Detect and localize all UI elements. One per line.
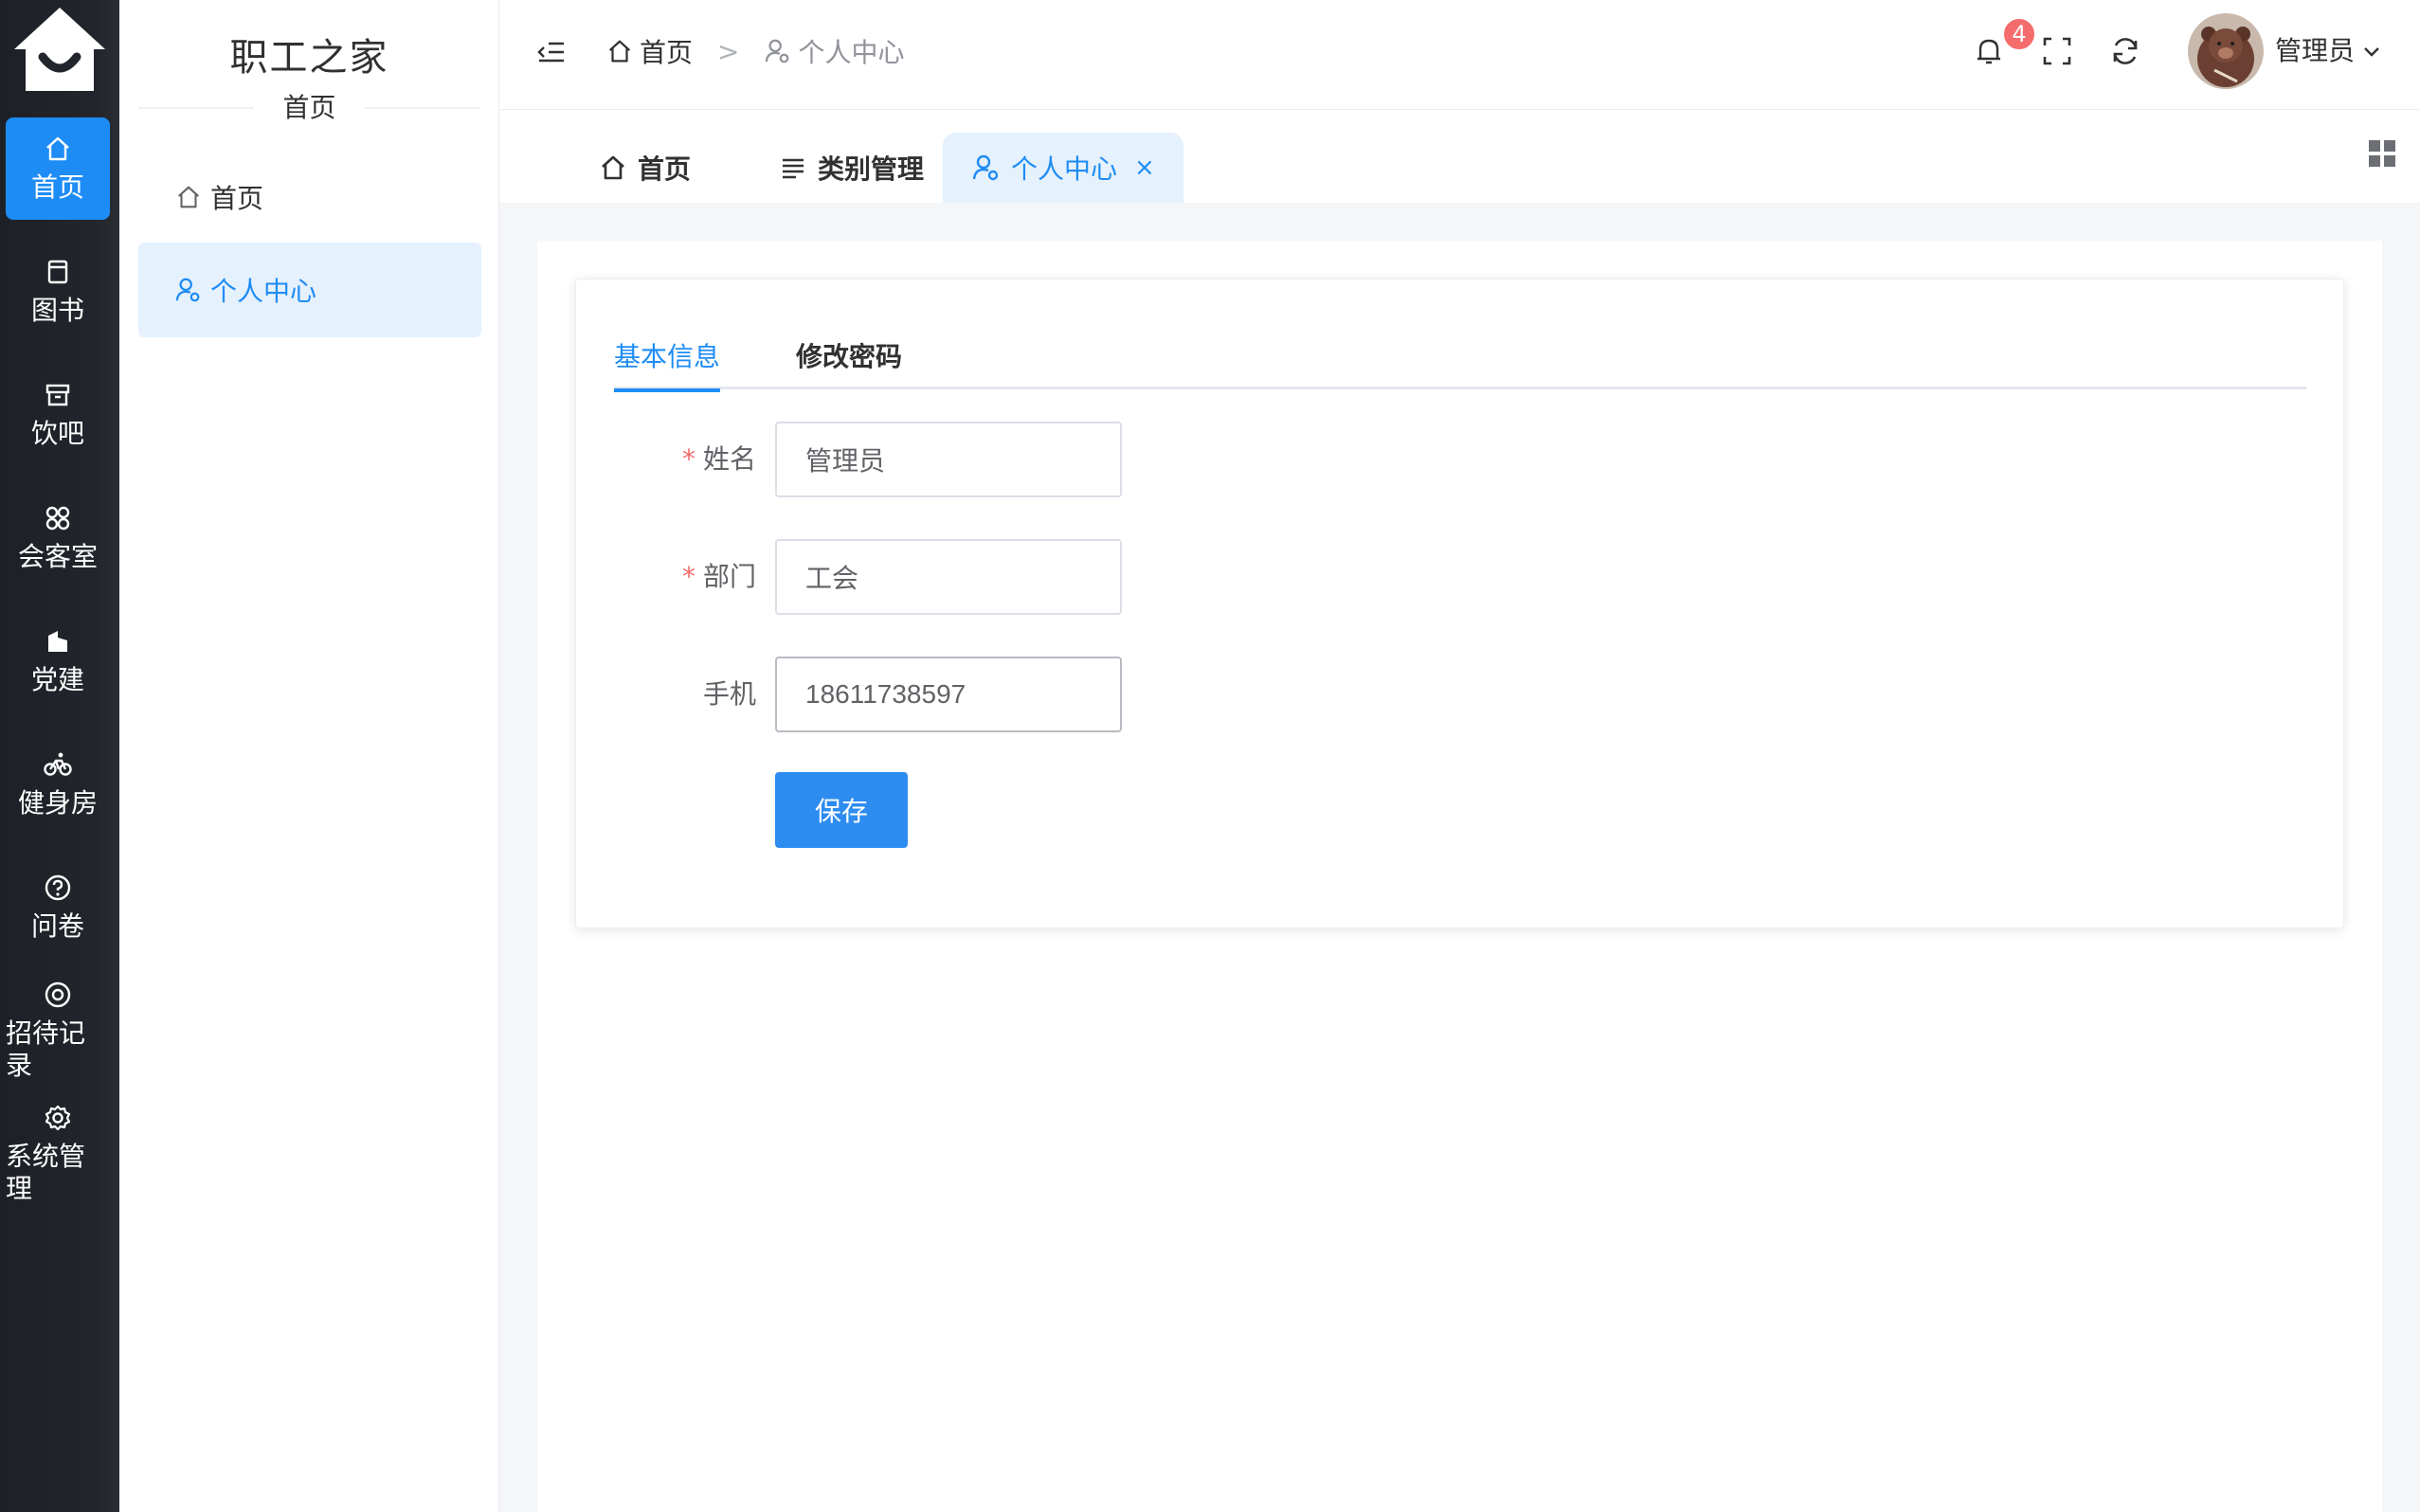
content-panel: 基本信息 修改密码 *姓名 *部门 手机 保存 [537, 241, 2382, 1512]
field-label-text: 姓名 [702, 443, 756, 475]
user-settings-icon [175, 278, 200, 302]
sidebar-item-personal-center[interactable]: 个人中心 [138, 243, 481, 337]
field-label: * 姓名 [614, 422, 756, 497]
rail-item-label: 招待记录 [6, 1017, 86, 1081]
gear-icon [45, 1105, 71, 1131]
rail-item-label: 健身房 [17, 787, 98, 819]
tab-basic-info[interactable]: 基本信息 [614, 336, 721, 392]
tab-label: 类别管理 [818, 153, 925, 185]
bicycle-icon [44, 752, 72, 776]
book-icon [47, 260, 68, 284]
refresh-icon[interactable] [2108, 34, 2142, 68]
phone-field[interactable] [775, 657, 1122, 732]
user-menu[interactable]: 管理员 [2275, 30, 2383, 72]
rail-item-label: 图书 [30, 295, 84, 326]
rail-item-drinks[interactable]: 饮吧 [6, 364, 110, 466]
avatar[interactable] [2188, 13, 2264, 89]
user-settings-icon [766, 39, 789, 63]
rail-item-label: 会客室 [17, 541, 98, 572]
breadcrumb-label: 个人中心 [798, 37, 905, 68]
house-logo-icon [12, 6, 107, 93]
tab-change-password[interactable]: 修改密码 [796, 336, 902, 389]
rail-item-books[interactable]: 图书 [6, 241, 110, 343]
rail-item-home[interactable]: 首页 [6, 117, 110, 220]
building-icon [48, 631, 67, 652]
sidebar-item-home[interactable]: 首页 [138, 150, 481, 244]
rail-item-gym[interactable]: 健身房 [6, 733, 110, 836]
home-icon [608, 40, 631, 63]
rail-item-survey[interactable]: 问卷 [6, 856, 110, 959]
bell-icon[interactable] [1972, 34, 2006, 68]
notification-badge: 4 [2002, 17, 2036, 51]
rail-item-label: 首页 [30, 171, 84, 203]
home-icon [177, 186, 200, 208]
sidebar-item-label: 首页 [210, 183, 264, 214]
question-circle-icon [45, 874, 71, 901]
rail-item-label: 系统管理 [6, 1141, 86, 1204]
secondary-sidebar: 职工之家 首页 首页 个人中心 [119, 0, 499, 1512]
home-icon [602, 155, 624, 180]
main-content: 基本信息 修改密码 *姓名 *部门 手机 保存 [499, 203, 2420, 1512]
home-icon [46, 136, 69, 161]
page-tabs: 首页 类别管理 个人中心 × [499, 110, 2420, 203]
grid-menu-icon[interactable] [2367, 138, 2397, 169]
box-icon [45, 384, 70, 406]
sidebar-item-label: 个人中心 [210, 276, 317, 307]
profile-tabs: 基本信息 修改密码 [614, 327, 2306, 392]
required-mark: * [681, 443, 695, 475]
rail-item-hospitality-records[interactable]: 招待记录 [6, 980, 110, 1082]
breadcrumb: 首页 > 个人中心 [605, 30, 905, 72]
rail-item-label: 饮吧 [30, 418, 84, 449]
save-button[interactable]: 保存 [775, 772, 908, 848]
user-name: 管理员 [2275, 35, 2356, 66]
name-field[interactable] [775, 422, 1122, 497]
tab-category-management[interactable]: 类别管理 [749, 133, 952, 203]
breadcrumb-current: 个人中心 [764, 32, 905, 70]
rail-item-label: 问卷 [30, 910, 84, 942]
tab-label: 首页 [638, 153, 692, 185]
app-title: 职工之家 [229, 36, 389, 80]
section-heading: 首页 [119, 89, 499, 127]
breadcrumb-label: 首页 [640, 37, 694, 68]
form-row-department: * 部门 [614, 539, 1562, 615]
department-field[interactable] [775, 539, 1122, 615]
grid-circles-icon [45, 506, 70, 531]
form-row-name: * 姓名 [614, 422, 1562, 497]
tab-home[interactable]: 首页 [569, 133, 719, 203]
field-label-text: 手机 [702, 678, 756, 710]
close-tab-icon[interactable]: × [1134, 153, 1155, 182]
target-icon [45, 981, 71, 1008]
section-heading-label: 首页 [254, 89, 365, 127]
form-row-phone: 手机 [614, 657, 1562, 732]
tab-personal-center[interactable]: 个人中心 × [943, 133, 1183, 203]
field-label-text: 部门 [702, 561, 756, 592]
rail-item-label: 党建 [30, 664, 84, 695]
required-mark: * [681, 561, 695, 592]
tab-label: 个人中心 [1011, 153, 1118, 185]
field-label: 手机 [614, 657, 756, 732]
list-icon [783, 158, 804, 179]
chevron-down-icon [2364, 47, 2379, 57]
rail-item-party[interactable]: 党建 [6, 610, 110, 712]
user-settings-icon [972, 154, 999, 181]
fullscreen-icon[interactable] [2040, 34, 2074, 68]
field-label: * 部门 [614, 539, 756, 615]
top-header: 首页 > 个人中心 4 管理员 [499, 0, 2420, 110]
rail-item-reception-room[interactable]: 会客室 [6, 487, 110, 589]
primary-nav-rail: 首页 图书 饮吧 会客室 党建 健身房 问卷 招待记录 系统管理 [0, 0, 119, 1512]
app-root: 首页 图书 饮吧 会客室 党建 健身房 问卷 招待记录 系统管理 职工之家 首页… [0, 0, 2420, 1512]
breadcrumb-home[interactable]: 首页 [605, 32, 693, 70]
rail-item-system-settings[interactable]: 系统管理 [6, 1103, 110, 1205]
breadcrumb-separator: > [717, 35, 740, 67]
profile-card: 基本信息 修改密码 *姓名 *部门 手机 保存 [575, 279, 2344, 928]
collapse-sidebar-icon[interactable] [535, 36, 568, 68]
